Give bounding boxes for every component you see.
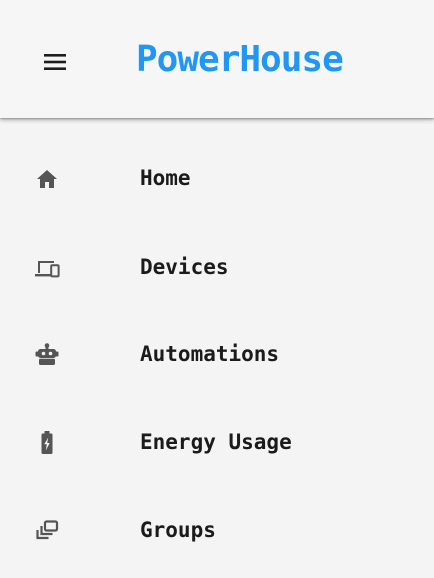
home-icon — [34, 166, 60, 192]
nav-item-label: Groups — [140, 518, 216, 542]
nav-item-energy-usage[interactable]: Energy Usage — [0, 412, 434, 472]
menu-button[interactable] — [36, 44, 76, 80]
nav-item-label: Devices — [140, 255, 229, 279]
nav-item-home[interactable]: Home — [0, 148, 434, 208]
top-app-bar: PowerHouse — [0, 0, 434, 118]
nav-item-groups[interactable]: Groups — [0, 500, 434, 560]
devices-icon — [34, 255, 60, 281]
nav-item-label: Home — [140, 166, 191, 190]
group-icon — [34, 518, 60, 544]
app-title: PowerHouse — [136, 39, 344, 80]
navigation-drawer: Home Devices Automations Energy Usage Gr… — [0, 118, 434, 578]
robot-icon — [34, 342, 60, 368]
nav-item-devices[interactable]: Devices — [0, 237, 434, 297]
nav-item-label: Energy Usage — [140, 430, 292, 454]
battery-charging-icon — [34, 430, 60, 456]
nav-item-automations[interactable]: Automations — [0, 324, 434, 384]
hamburger-menu-icon — [44, 54, 66, 70]
app-window: PowerHouse Home Devices Automations Ener… — [0, 0, 434, 578]
nav-item-label: Automations — [140, 342, 280, 366]
